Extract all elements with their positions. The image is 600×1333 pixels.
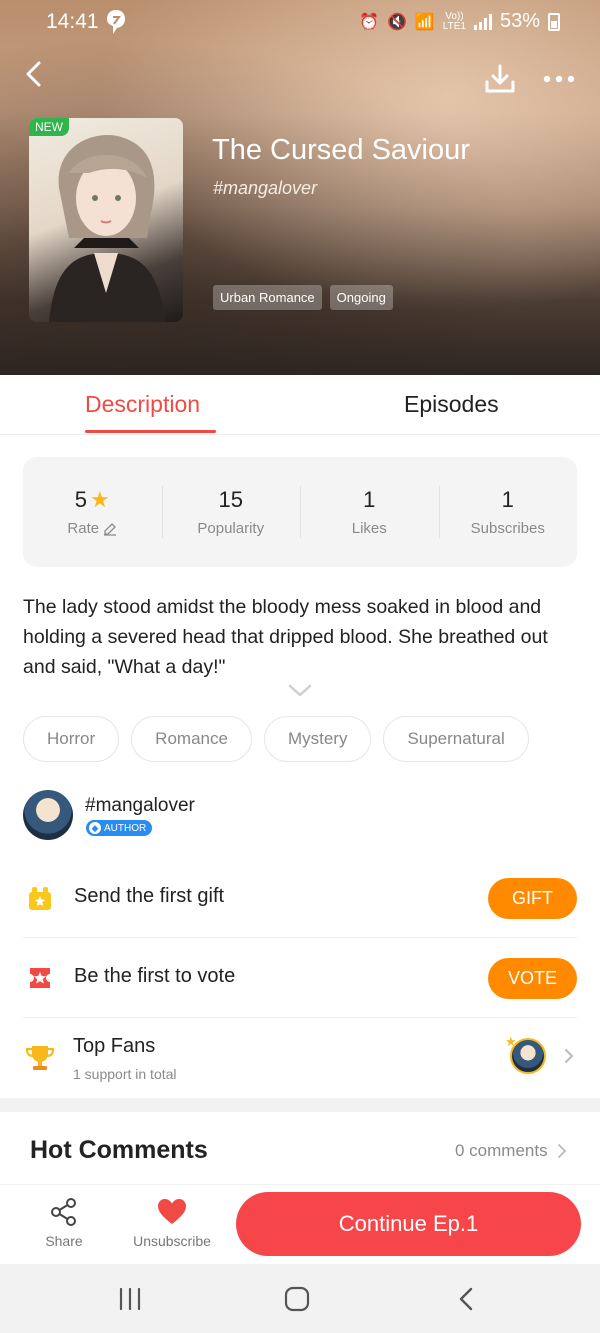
chevron-right-icon xyxy=(557,1144,566,1158)
mute-icon: 🔇 xyxy=(386,13,407,31)
section-divider xyxy=(0,1098,600,1112)
author-badge-icon: ◆ xyxy=(89,822,101,834)
tag-chip-romance[interactable]: Romance xyxy=(131,716,252,762)
chevron-right-icon xyxy=(565,1049,574,1063)
alarm-icon: ⏰ xyxy=(359,13,379,31)
lte-indicator: Vo)) LTE1 xyxy=(442,11,466,32)
new-badge: NEW xyxy=(29,118,69,136)
stat-subscribes: 1 Subscribes xyxy=(438,486,578,538)
synopsis-text: The lady stood amidst the bloody mess so… xyxy=(23,596,548,678)
recent-apps-icon[interactable] xyxy=(115,1284,145,1314)
notification-icon xyxy=(107,10,125,34)
stat-rate-value: 5 xyxy=(74,487,87,512)
vote-row: Be the first to vote VOTE xyxy=(23,938,577,1018)
tab-bar: Description Episodes xyxy=(0,375,600,435)
tag-chip-supernatural[interactable]: Supernatural xyxy=(383,716,529,762)
system-nav-bar xyxy=(0,1264,600,1333)
tag-chips: Horror Romance Mystery Supernatural xyxy=(23,716,529,762)
continue-reading-button[interactable]: Continue Ep.1 xyxy=(236,1192,581,1256)
comic-title: The Cursed Saviour xyxy=(212,134,470,166)
share-button[interactable]: Share xyxy=(38,1197,90,1249)
share-icon xyxy=(51,1198,76,1226)
author-tag[interactable]: #mangalover xyxy=(213,178,317,199)
heart-icon xyxy=(158,1199,186,1224)
author-badge-label: AUTHOR xyxy=(104,822,147,834)
trophy-icon xyxy=(25,1046,55,1070)
comment-count-link[interactable]: 0 comments xyxy=(455,1141,566,1161)
tab-episodes[interactable]: Episodes xyxy=(404,391,499,418)
stat-popularity-value: 15 xyxy=(218,487,243,512)
comment-count: 0 comments xyxy=(455,1141,548,1160)
more-icon[interactable] xyxy=(543,75,575,83)
gift-row: Send the first gift GIFT xyxy=(23,858,577,938)
stat-rate-label-row: Rate xyxy=(23,520,162,537)
crown-icon: ★ xyxy=(505,1034,517,1049)
vote-button[interactable]: VOTE xyxy=(488,958,577,999)
vote-label: Be the first to vote xyxy=(74,965,236,987)
gift-button[interactable]: GIFT xyxy=(488,878,577,919)
stat-rate-value-row: 5 ★ xyxy=(23,486,162,514)
stat-subscribes-value: 1 xyxy=(501,487,514,512)
hot-comments-heading: Hot Comments xyxy=(30,1136,208,1164)
status-time: 14:41 xyxy=(46,10,99,33)
edit-icon xyxy=(104,522,117,536)
gift-label: Send the first gift xyxy=(74,885,225,907)
home-icon[interactable] xyxy=(282,1284,312,1314)
star-icon: ★ xyxy=(90,487,110,512)
author-name[interactable]: #mangalover xyxy=(85,795,195,817)
stat-rate[interactable]: 5 ★ Rate xyxy=(23,486,162,538)
cover-image[interactable] xyxy=(29,118,183,322)
stat-popularity-label: Popularity xyxy=(197,520,265,537)
status-icons: ⏰ 🔇 📶 Vo)) LTE1 53% xyxy=(359,10,560,33)
unsubscribe-label: Unsubscribe xyxy=(133,1233,211,1249)
stat-subscribes-label: Subscribes xyxy=(470,520,545,537)
gift-icon xyxy=(29,887,51,910)
top-fans-title: Top Fans xyxy=(73,1035,156,1057)
stat-likes-label: Likes xyxy=(351,520,387,537)
stats-panel: 5 ★ Rate 15 Popularity 1 Likes 1 Subscri… xyxy=(23,457,577,567)
bottom-action-bar: Share Unsubscribe Continue Ep.1 xyxy=(0,1184,600,1264)
cover-illustration xyxy=(49,135,165,322)
stat-likes-value: 1 xyxy=(363,487,376,512)
avatar[interactable] xyxy=(23,790,73,840)
tag-chip-mystery[interactable]: Mystery xyxy=(263,716,372,762)
tab-description[interactable]: Description xyxy=(85,391,200,418)
vote-ticket-icon xyxy=(30,968,50,988)
hero-banner: 14:41 ⏰ 🔇 📶 Vo)) LTE1 53% NEW The Cursed… xyxy=(0,0,600,375)
chevron-down-icon[interactable] xyxy=(288,684,312,698)
wifi-icon: 📶 xyxy=(414,13,435,31)
battery-icon xyxy=(548,12,560,31)
stat-likes: 1 Likes xyxy=(300,486,439,538)
status-bar: 14:41 ⏰ 🔇 📶 Vo)) LTE1 53% xyxy=(0,0,600,44)
unsubscribe-button[interactable]: Unsubscribe xyxy=(126,1197,218,1249)
top-fans-subtitle: 1 support in total xyxy=(73,1066,177,1082)
genre-tags: Urban Romance Ongoing xyxy=(213,285,393,310)
author-badge: ◆ AUTHOR xyxy=(86,820,153,836)
stat-rate-label: Rate xyxy=(67,520,100,537)
tag-chip-horror[interactable]: Horror xyxy=(23,716,120,762)
battery-percent: 53% xyxy=(499,10,540,32)
stat-popularity: 15 Popularity xyxy=(161,486,301,538)
share-label: Share xyxy=(45,1233,83,1249)
genre-tag: Urban Romance xyxy=(213,285,322,310)
nav-back-icon[interactable] xyxy=(452,1284,482,1314)
active-tab-indicator xyxy=(85,430,216,433)
status-tag: Ongoing xyxy=(329,285,393,310)
back-icon[interactable] xyxy=(22,60,46,88)
top-fans-row[interactable]: Top Fans 1 support in total ★ xyxy=(23,1018,577,1096)
lte-label: LTE1 xyxy=(442,20,466,32)
download-icon[interactable] xyxy=(484,64,516,94)
signal-icon xyxy=(473,13,492,30)
